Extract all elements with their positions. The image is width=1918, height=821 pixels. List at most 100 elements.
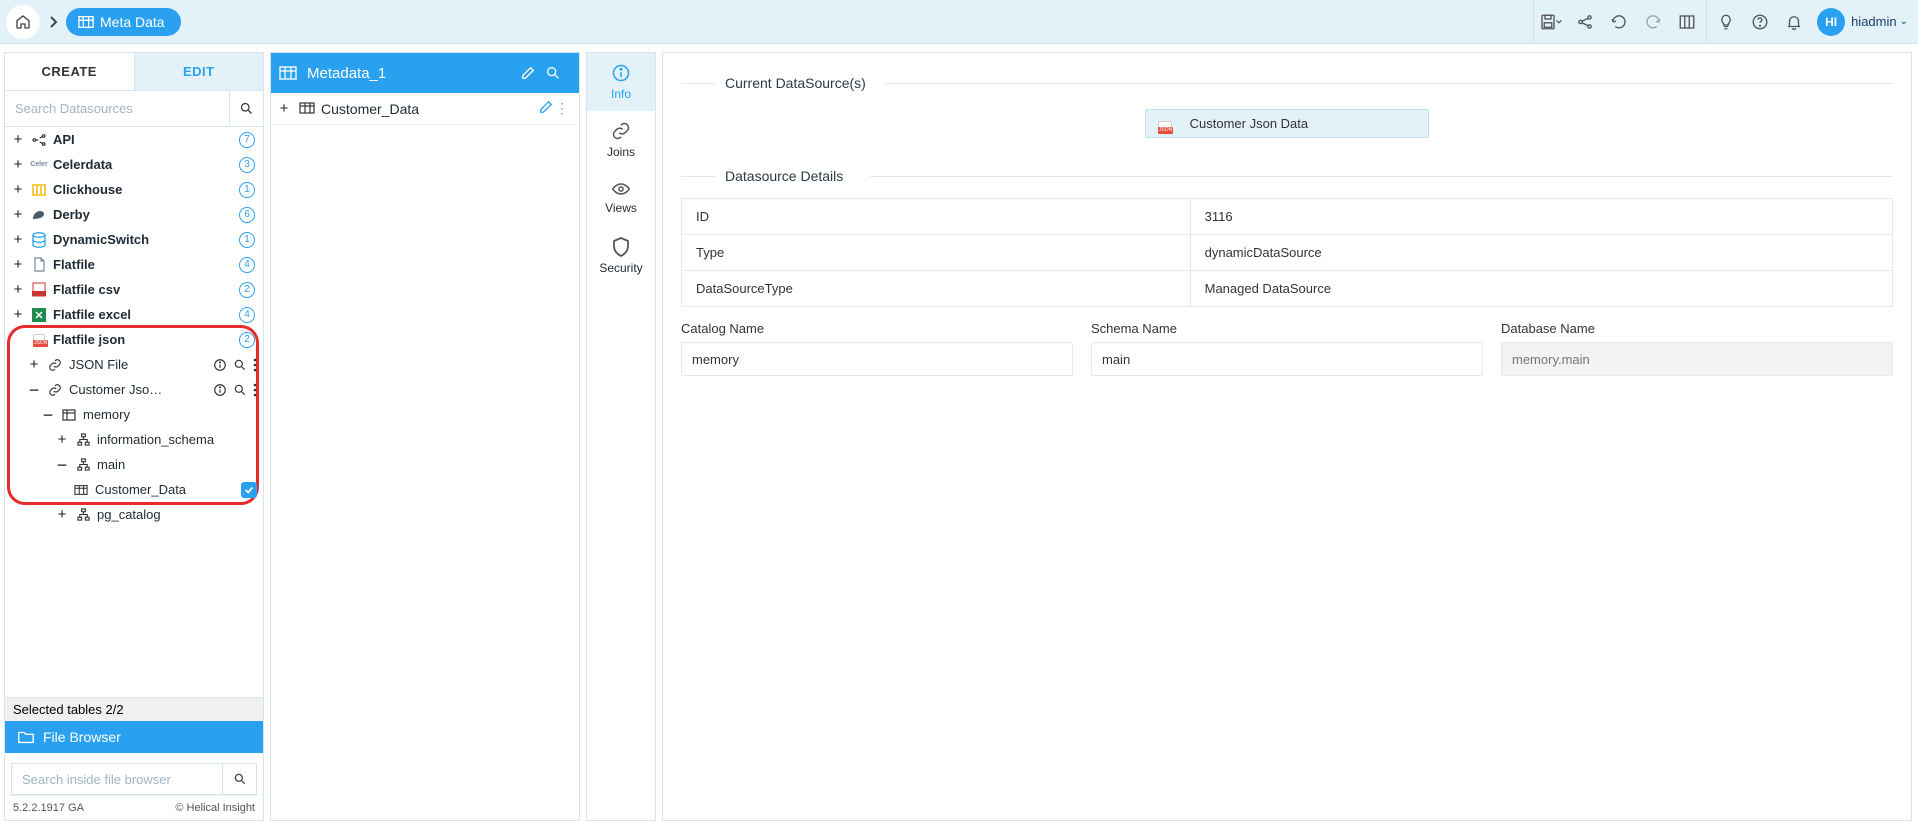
row-actions: [213, 383, 257, 397]
expand-icon[interactable]: +: [11, 231, 25, 248]
expand-icon[interactable]: +: [55, 431, 69, 448]
undo-button[interactable]: [1602, 0, 1636, 44]
table-icon: [71, 482, 91, 498]
save-dropdown-button[interactable]: [1534, 0, 1568, 44]
tree-item-pg-catalog[interactable]: + pg_catalog: [5, 502, 263, 527]
row-actions: [213, 358, 257, 372]
catalog-input[interactable]: [681, 342, 1073, 376]
tree-item-label: API: [53, 132, 239, 147]
expand-icon[interactable]: +: [27, 356, 41, 373]
kebab-icon[interactable]: [253, 383, 257, 397]
tree-item-label: Flatfile csv: [53, 282, 239, 297]
collapse-icon[interactable]: −: [27, 385, 41, 395]
user-menu[interactable]: HI hiadmin ⌄: [1811, 8, 1918, 36]
expand-icon[interactable]: +: [55, 506, 69, 523]
expand-icon[interactable]: +: [11, 306, 25, 323]
api-icon: [29, 132, 49, 148]
edit-row-button[interactable]: [539, 100, 553, 117]
redo-button[interactable]: [1636, 0, 1670, 44]
collapse-icon[interactable]: −: [55, 460, 69, 470]
breadcrumb-label: Meta Data: [100, 14, 165, 30]
schema-field: Schema Name: [1091, 321, 1483, 376]
kebab-icon[interactable]: [253, 358, 257, 372]
table-row: ID 3116: [682, 199, 1893, 235]
expand-icon[interactable]: +: [277, 100, 291, 117]
json-icon: [29, 332, 49, 348]
tree-item-label: Flatfile: [53, 257, 239, 272]
breadcrumb-pill[interactable]: Meta Data: [66, 8, 181, 36]
tab-edit[interactable]: EDIT: [135, 53, 264, 91]
shield-icon: [612, 237, 630, 257]
breadcrumb-chevron[interactable]: [40, 5, 66, 39]
datasource-tree[interactable]: + API 7 + Celer Celerdata 3 + Clickhouse…: [5, 127, 263, 697]
tree-item-derby[interactable]: + Derby 6: [5, 202, 263, 227]
expand-icon[interactable]: +: [11, 131, 25, 148]
tab-create[interactable]: CREATE: [5, 53, 135, 91]
tree-item-flatfile[interactable]: + Flatfile 4: [5, 252, 263, 277]
help-button[interactable]: [1743, 0, 1777, 44]
tree-item-customer-json[interactable]: − Customer Jso…: [5, 377, 263, 402]
file-icon: [29, 257, 49, 273]
nav-security[interactable]: Security: [587, 227, 655, 285]
expand-icon[interactable]: +: [11, 156, 25, 173]
nav-info[interactable]: Info: [587, 53, 655, 111]
link-icon: [45, 357, 65, 373]
notifications-button[interactable]: [1777, 0, 1811, 44]
tree-item-information-schema[interactable]: + information_schema: [5, 427, 263, 452]
topbar-left: Meta Data: [0, 0, 181, 43]
tree-item-flatfile-excel[interactable]: + Flatfile excel 4: [5, 302, 263, 327]
info-icon[interactable]: [213, 383, 227, 397]
expand-icon[interactable]: +: [11, 256, 25, 273]
catalog-icon: [59, 407, 79, 423]
tree-item-clickhouse[interactable]: + Clickhouse 1: [5, 177, 263, 202]
tree-item-dynamicswitch[interactable]: + DynamicSwitch 1: [5, 227, 263, 252]
collapse-icon[interactable]: −: [41, 410, 55, 420]
tree-item-flatfile-csv[interactable]: + Flatfile csv 2: [5, 277, 263, 302]
nav-joins[interactable]: Joins: [587, 111, 655, 169]
datasource-search-input[interactable]: [5, 91, 229, 126]
schema-input[interactable]: [1091, 342, 1483, 376]
file-browser-search-input[interactable]: [12, 764, 222, 794]
metadata-header: Metadata_1: [271, 53, 579, 93]
metadata-search-button[interactable]: [545, 65, 561, 81]
info-icon[interactable]: [213, 358, 227, 372]
table-row: Type dynamicDataSource: [682, 235, 1893, 271]
file-browser-button[interactable]: File Browser: [5, 721, 263, 753]
expand-icon[interactable]: +: [11, 206, 25, 223]
datasource-search-button[interactable]: [229, 91, 263, 126]
edit-title-button[interactable]: [521, 66, 535, 80]
expand-icon[interactable]: +: [11, 281, 25, 298]
count-badge: 7: [239, 132, 255, 148]
count-badge: 2: [239, 282, 255, 298]
tree-item-memory[interactable]: − memory: [5, 402, 263, 427]
search-icon[interactable]: [233, 383, 247, 397]
celerdata-icon: Celer: [29, 157, 49, 173]
tree-item-api[interactable]: + API 7: [5, 127, 263, 152]
tree-item-flatfile-json[interactable]: Flatfile json 2: [5, 327, 263, 352]
tree-item-celerdata[interactable]: + Celer Celerdata 3: [5, 152, 263, 177]
share-button[interactable]: [1568, 0, 1602, 44]
panel-toggle-button[interactable]: [1670, 0, 1704, 44]
tree-item-customer-data-table[interactable]: Customer_Data: [5, 477, 263, 502]
tree-item-label: Derby: [53, 207, 239, 222]
kebab-icon[interactable]: ⋮: [553, 100, 571, 117]
metadata-row[interactable]: + Customer_Data ⋮: [271, 93, 579, 125]
nav-views[interactable]: Views: [587, 169, 655, 227]
current-datasource-chip[interactable]: Customer Json Data: [1145, 109, 1429, 138]
tree-item-main[interactable]: − main: [5, 452, 263, 477]
nav-label: Security: [599, 261, 642, 275]
tree-item-json-file[interactable]: + JSON File: [5, 352, 263, 377]
derby-icon: [29, 207, 49, 223]
expand-icon[interactable]: +: [11, 181, 25, 198]
detail-type-label: Type: [682, 235, 1191, 271]
lightbulb-button[interactable]: [1709, 0, 1743, 44]
file-browser-search: [11, 763, 257, 795]
home-button[interactable]: [6, 5, 40, 39]
tree-item-label: Clickhouse: [53, 182, 239, 197]
file-browser-search-button[interactable]: [222, 764, 256, 794]
search-icon[interactable]: [233, 358, 247, 372]
detail-panel: Current DataSource(s) Customer Json Data…: [662, 52, 1912, 821]
clickhouse-icon: [29, 182, 49, 198]
checkbox-checked[interactable]: [241, 482, 257, 498]
chevron-down-icon: ⌄: [1900, 16, 1908, 27]
